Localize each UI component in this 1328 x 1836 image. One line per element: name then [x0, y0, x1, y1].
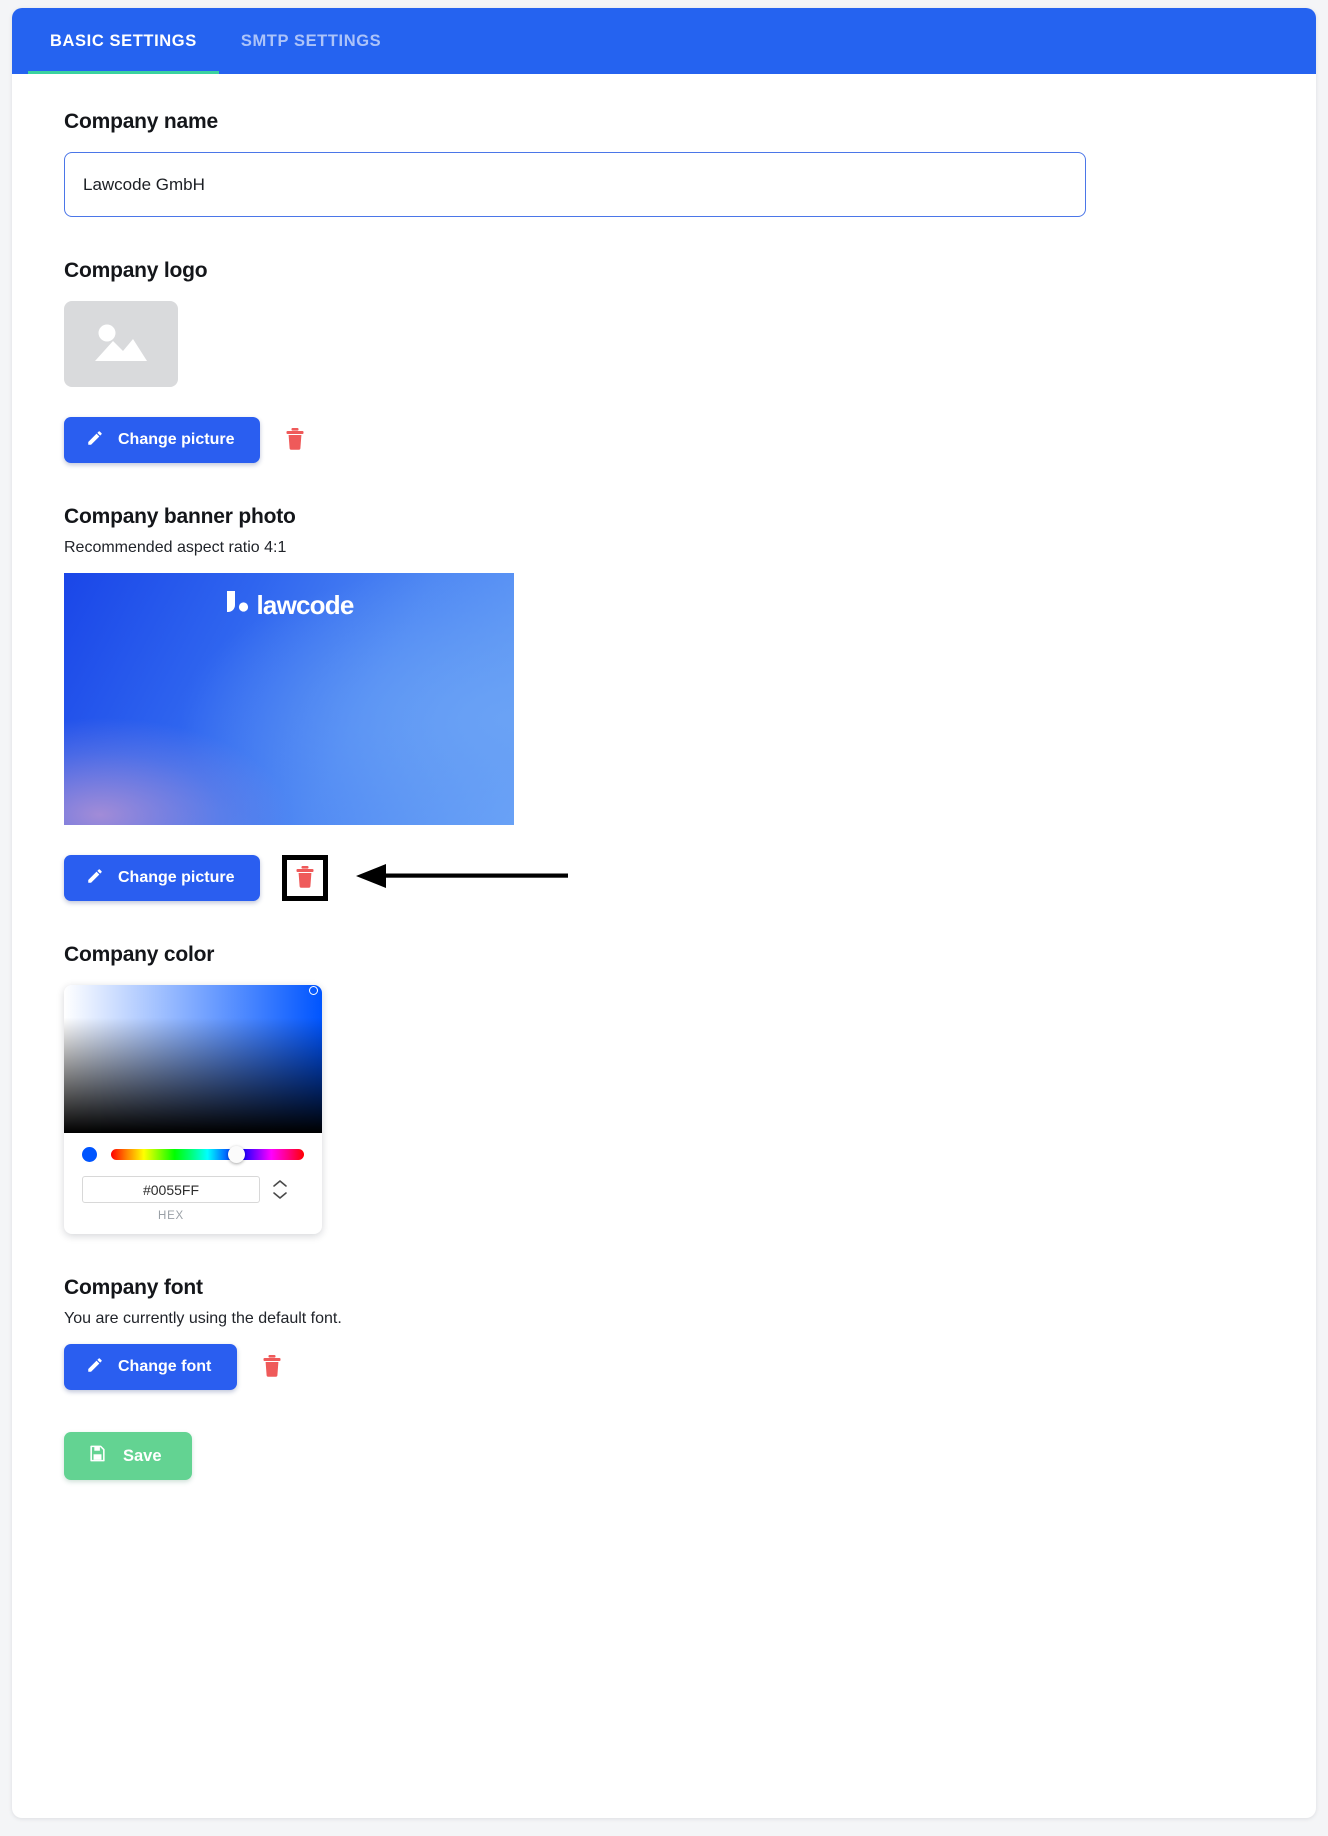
- hue-row: [82, 1146, 304, 1163]
- hex-color-input[interactable]: [82, 1176, 260, 1203]
- trash-icon: [262, 1354, 282, 1381]
- tab-basic-settings[interactable]: BASIC SETTINGS: [28, 8, 219, 74]
- trash-icon: [285, 427, 305, 454]
- banner-brand-logo: lawcode: [64, 589, 514, 622]
- company-banner-actions: Change picture: [64, 855, 1264, 901]
- color-preview-swatch: [82, 1147, 97, 1162]
- color-picker[interactable]: HEX: [64, 985, 322, 1234]
- change-font-button[interactable]: Change font: [64, 1344, 238, 1390]
- company-font-heading: Company font: [64, 1276, 203, 1299]
- pencil-icon: [86, 429, 104, 452]
- annotation-arrow-icon: [356, 861, 569, 896]
- save-button[interactable]: Save: [64, 1432, 192, 1480]
- change-banner-picture-button[interactable]: Change picture: [64, 855, 261, 901]
- tab-bar: BASIC SETTINGS SMTP SETTINGS: [12, 8, 1316, 74]
- company-banner-heading: Company banner photo: [64, 505, 296, 528]
- company-logo-heading: Company logo: [64, 259, 208, 282]
- lawcode-mark-icon: [225, 589, 251, 622]
- tab-smtp-settings[interactable]: SMTP SETTINGS: [219, 8, 403, 74]
- saturation-value-handle[interactable]: [309, 986, 318, 995]
- banner-brand-text: lawcode: [256, 590, 355, 620]
- delete-banner-highlight-box: [282, 855, 329, 901]
- company-banner-preview: lawcode: [64, 573, 514, 825]
- chevron-up-icon: [273, 1180, 287, 1187]
- hue-slider-handle[interactable]: [227, 1146, 245, 1163]
- hue-slider[interactable]: [111, 1146, 304, 1163]
- company-banner-subtitle: Recommended aspect ratio 4:1: [64, 539, 287, 556]
- change-banner-picture-label: Change picture: [118, 869, 235, 886]
- company-color-heading: Company color: [64, 943, 215, 966]
- color-picker-controls: HEX: [64, 1133, 322, 1234]
- settings-card: BASIC SETTINGS SMTP SETTINGS Company nam…: [12, 8, 1316, 1818]
- pencil-icon: [86, 1356, 104, 1379]
- image-placeholder-icon: [89, 317, 153, 372]
- tab-basic-settings-label: BASIC SETTINGS: [50, 31, 197, 50]
- change-font-label: Change font: [118, 1358, 212, 1375]
- saturation-value-panel[interactable]: [64, 985, 322, 1133]
- delete-banner-button[interactable]: [292, 863, 318, 893]
- company-name-input[interactable]: [64, 152, 1086, 217]
- save-disk-icon: [88, 1444, 107, 1468]
- save-label: Save: [123, 1446, 162, 1465]
- company-font-subtitle: You are currently using the default font…: [64, 1310, 342, 1327]
- delete-logo-button[interactable]: [282, 425, 308, 455]
- company-logo-actions: Change picture: [64, 417, 1264, 463]
- change-logo-picture-button[interactable]: Change picture: [64, 417, 261, 463]
- change-logo-picture-label: Change picture: [118, 431, 235, 448]
- trash-icon: [295, 865, 315, 892]
- hex-row: [82, 1176, 304, 1203]
- company-name-heading: Company name: [64, 110, 218, 133]
- company-font-actions: Change font: [64, 1344, 1264, 1390]
- settings-content: Company name Company logo: [12, 74, 1316, 1480]
- tab-smtp-settings-label: SMTP SETTINGS: [240, 31, 382, 50]
- settings-page: BASIC SETTINGS SMTP SETTINGS Company nam…: [0, 0, 1328, 1836]
- company-logo-preview: [64, 301, 178, 387]
- hex-format-stepper[interactable]: [272, 1179, 288, 1200]
- pencil-icon: [86, 867, 104, 890]
- hex-format-label: HEX: [157, 1210, 185, 1222]
- delete-font-button[interactable]: [259, 1352, 285, 1382]
- chevron-down-icon: [273, 1192, 287, 1199]
